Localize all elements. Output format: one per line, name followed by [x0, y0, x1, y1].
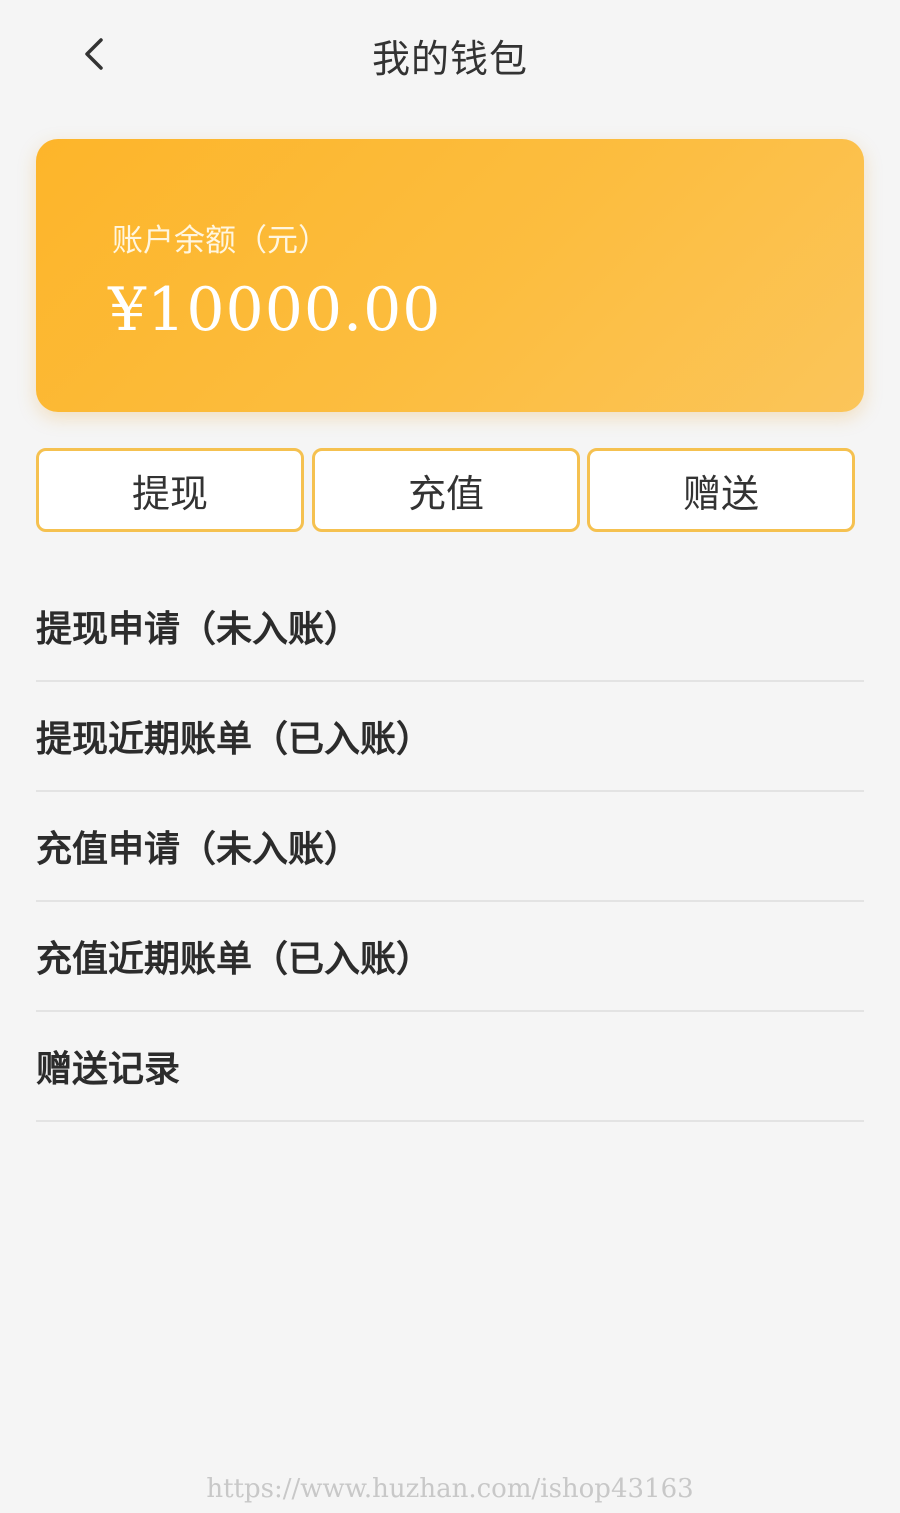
menu-item-withdraw-bills[interactable]: 提现近期账单（已入账）: [36, 682, 864, 792]
header: 我的钱包: [0, 0, 900, 108]
gift-button[interactable]: 赠送: [587, 448, 855, 532]
watermark: https://www.huzhan.com/ishop43163: [206, 1474, 694, 1504]
balance-amount: ¥10000.00: [108, 275, 442, 345]
balance-label: 账户余额（元）: [112, 223, 329, 259]
page-title: 我的钱包: [371, 37, 528, 81]
menu-item-recharge-applications[interactable]: 充值申请（未入账）: [36, 792, 864, 902]
withdraw-button[interactable]: 提现: [36, 448, 304, 532]
action-buttons: 提现 充值 赠送: [36, 448, 862, 538]
menu-item-recharge-bills[interactable]: 充值近期账单（已入账）: [36, 902, 864, 1012]
menu-list: 提现申请（未入账） 提现近期账单（已入账） 充值申请（未入账） 充值近期账单（已…: [36, 572, 864, 1122]
menu-item-gift-records[interactable]: 赠送记录: [36, 1012, 864, 1122]
recharge-button[interactable]: 充值: [312, 448, 580, 532]
menu-item-withdraw-applications[interactable]: 提现申请（未入账）: [36, 572, 864, 682]
balance-card: 账户余额（元） ¥10000.00: [36, 139, 864, 412]
